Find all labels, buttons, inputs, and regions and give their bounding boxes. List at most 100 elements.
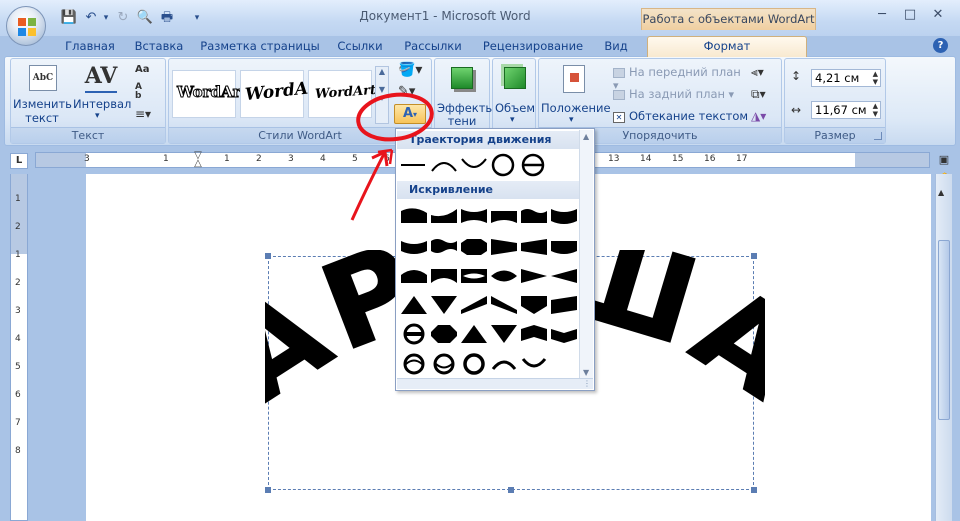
- edit-text-button[interactable]: AbC Изменить текст: [13, 61, 72, 127]
- group-icon[interactable]: ⧉▾: [751, 87, 777, 103]
- tab-review[interactable]: Рецензирование: [480, 37, 586, 56]
- warp-shape-4-1[interactable]: [401, 296, 427, 314]
- warp-shape-5-6[interactable]: [551, 329, 577, 343]
- resize-handle-bl[interactable]: [265, 487, 271, 493]
- scroll-up-icon[interactable]: ▲: [938, 188, 944, 197]
- warp-shape-3-4[interactable]: [491, 270, 517, 282]
- tab-format[interactable]: Формат: [647, 36, 807, 57]
- ruler-v-tick-label: 1: [15, 250, 21, 260]
- spacing-button[interactable]: AV Интервал ▾: [73, 61, 131, 127]
- position-button[interactable]: Положение ▾: [541, 61, 611, 127]
- position-icon: [563, 65, 585, 93]
- view-ruler-icon[interactable]: ▣: [936, 153, 952, 169]
- redo-icon[interactable]: ↻: [114, 10, 132, 26]
- indent-marker-icon[interactable]: ▽ △: [193, 151, 203, 169]
- wordart-style-3[interactable]: WordArt: [308, 70, 377, 118]
- text-wrap-button[interactable]: ✕Обтекание текстом ▾: [613, 109, 753, 136]
- warp-shape-5-2[interactable]: [431, 325, 457, 343]
- rotate-icon[interactable]: ◮▾: [751, 109, 777, 125]
- shape-circle[interactable]: [491, 153, 515, 177]
- warp-shape-2-4[interactable]: [491, 239, 517, 255]
- warp-shape-3-2[interactable]: [431, 269, 457, 283]
- width-input[interactable]: 11,67 см ▲ ▼: [811, 101, 881, 119]
- warp-shape-6-5[interactable]: [521, 358, 547, 368]
- help-icon[interactable]: ?: [933, 38, 948, 53]
- tab-page-layout[interactable]: Разметка страницы: [200, 37, 320, 56]
- warp-shape-3-6[interactable]: [551, 269, 577, 283]
- fill-color-icon[interactable]: 🪣▾: [398, 62, 426, 80]
- warp-shape-1-5[interactable]: [521, 209, 547, 223]
- align-text-icon[interactable]: ≡▾: [135, 107, 153, 121]
- warp-shape-6-1[interactable]: [403, 353, 425, 375]
- warp-shape-4-2[interactable]: [431, 296, 457, 314]
- wordart-style-2[interactable]: WordArt: [240, 70, 326, 118]
- menu-resize-grip[interactable]: ⋮: [397, 378, 593, 389]
- bring-front-button[interactable]: На передний план ▾: [613, 65, 743, 92]
- maximize-icon[interactable]: □: [898, 6, 922, 24]
- warp-shape-3-1[interactable]: [401, 270, 427, 283]
- width-spinner-icon[interactable]: ▲ ▼: [873, 102, 878, 118]
- warp-shape-2-6[interactable]: [551, 241, 577, 254]
- warp-shape-5-3[interactable]: [461, 325, 487, 343]
- ruler-tick-label: 3: [288, 154, 294, 164]
- warp-shape-5-1[interactable]: [403, 323, 425, 345]
- customize-qat-icon[interactable]: ▾: [188, 10, 206, 26]
- menu-scroll-down-icon[interactable]: ▼: [583, 368, 589, 377]
- warp-shape-3-5[interactable]: [521, 269, 547, 283]
- save-icon[interactable]: 💾: [60, 10, 78, 26]
- outline-color-icon[interactable]: ✎▾: [398, 84, 426, 102]
- menu-scrollbar[interactable]: ▲ ▼: [579, 130, 593, 379]
- align-icon[interactable]: ⫷▾: [751, 65, 777, 81]
- ruler-tick-label: 3: [84, 154, 90, 164]
- volume-button[interactable]: Объем ▾: [494, 61, 536, 127]
- resize-handle-br[interactable]: [751, 487, 757, 493]
- warp-shape-2-1[interactable]: [401, 241, 427, 254]
- warp-shape-4-5[interactable]: [521, 296, 547, 314]
- warp-shape-4-4[interactable]: [491, 296, 517, 314]
- warp-shape-1-4[interactable]: [491, 211, 517, 223]
- menu-scroll-up-icon[interactable]: ▲: [583, 132, 589, 141]
- wordart-style-1[interactable]: WordArt: [172, 70, 248, 118]
- warp-shape-3-3[interactable]: [461, 269, 487, 283]
- warp-shape-2-2[interactable]: [431, 239, 457, 253]
- warp-shape-6-4[interactable]: [491, 360, 517, 370]
- change-shape-button[interactable]: A▾: [394, 104, 426, 124]
- tab-view[interactable]: Вид: [598, 37, 634, 56]
- tab-mailings[interactable]: Рассылки: [400, 37, 466, 56]
- warp-shape-6-2[interactable]: [433, 353, 455, 375]
- warp-shape-1-1[interactable]: [401, 208, 427, 223]
- close-icon[interactable]: ✕: [926, 6, 950, 24]
- height-input[interactable]: 4,21 см ▲ ▼: [811, 69, 881, 87]
- tab-references[interactable]: Ссылки: [332, 37, 388, 56]
- warp-shape-5-5[interactable]: [521, 325, 547, 341]
- office-button[interactable]: [6, 6, 46, 46]
- shape-arch-down[interactable]: [461, 158, 487, 168]
- warp-shape-2-3[interactable]: [461, 239, 487, 255]
- shape-arch-up[interactable]: [431, 162, 457, 172]
- warp-shape-6-3[interactable]: [463, 353, 485, 375]
- gallery-scroll[interactable]: ▲ ▼ ▾: [375, 66, 389, 124]
- undo-dropdown-icon[interactable]: ▾: [97, 10, 115, 26]
- warp-shape-4-3[interactable]: [461, 296, 487, 314]
- warp-shape-2-5[interactable]: [521, 239, 547, 255]
- tab-insert[interactable]: Вставка: [130, 37, 188, 56]
- vertical-scrollbar[interactable]: ▲: [935, 174, 952, 521]
- print-preview-icon[interactable]: 🔍: [136, 10, 154, 26]
- minimize-icon[interactable]: ─: [870, 6, 894, 24]
- edit-text-label-1: Изменить: [13, 97, 72, 111]
- warp-shape-4-6[interactable]: [551, 296, 577, 314]
- warp-shape-1-2[interactable]: [431, 209, 457, 223]
- warp-shape-1-6[interactable]: [551, 209, 577, 224]
- send-back-button[interactable]: На задний план ▾: [613, 87, 743, 103]
- size-launcher-icon[interactable]: [874, 132, 882, 140]
- height-spinner-icon[interactable]: ▲ ▼: [873, 70, 878, 86]
- tab-home[interactable]: Главная: [60, 37, 120, 56]
- same-height-icon[interactable]: Aa: [135, 64, 153, 78]
- scroll-thumb[interactable]: [938, 240, 950, 420]
- warp-shape-1-3[interactable]: [461, 209, 487, 223]
- resize-handle-b[interactable]: [508, 487, 514, 493]
- shadow-effects-button[interactable]: Эффекты тени: [437, 61, 495, 128]
- quick-print-icon[interactable]: 🖶: [158, 10, 176, 26]
- vertical-text-icon[interactable]: Ab: [135, 83, 153, 101]
- warp-shape-5-4[interactable]: [491, 325, 517, 343]
